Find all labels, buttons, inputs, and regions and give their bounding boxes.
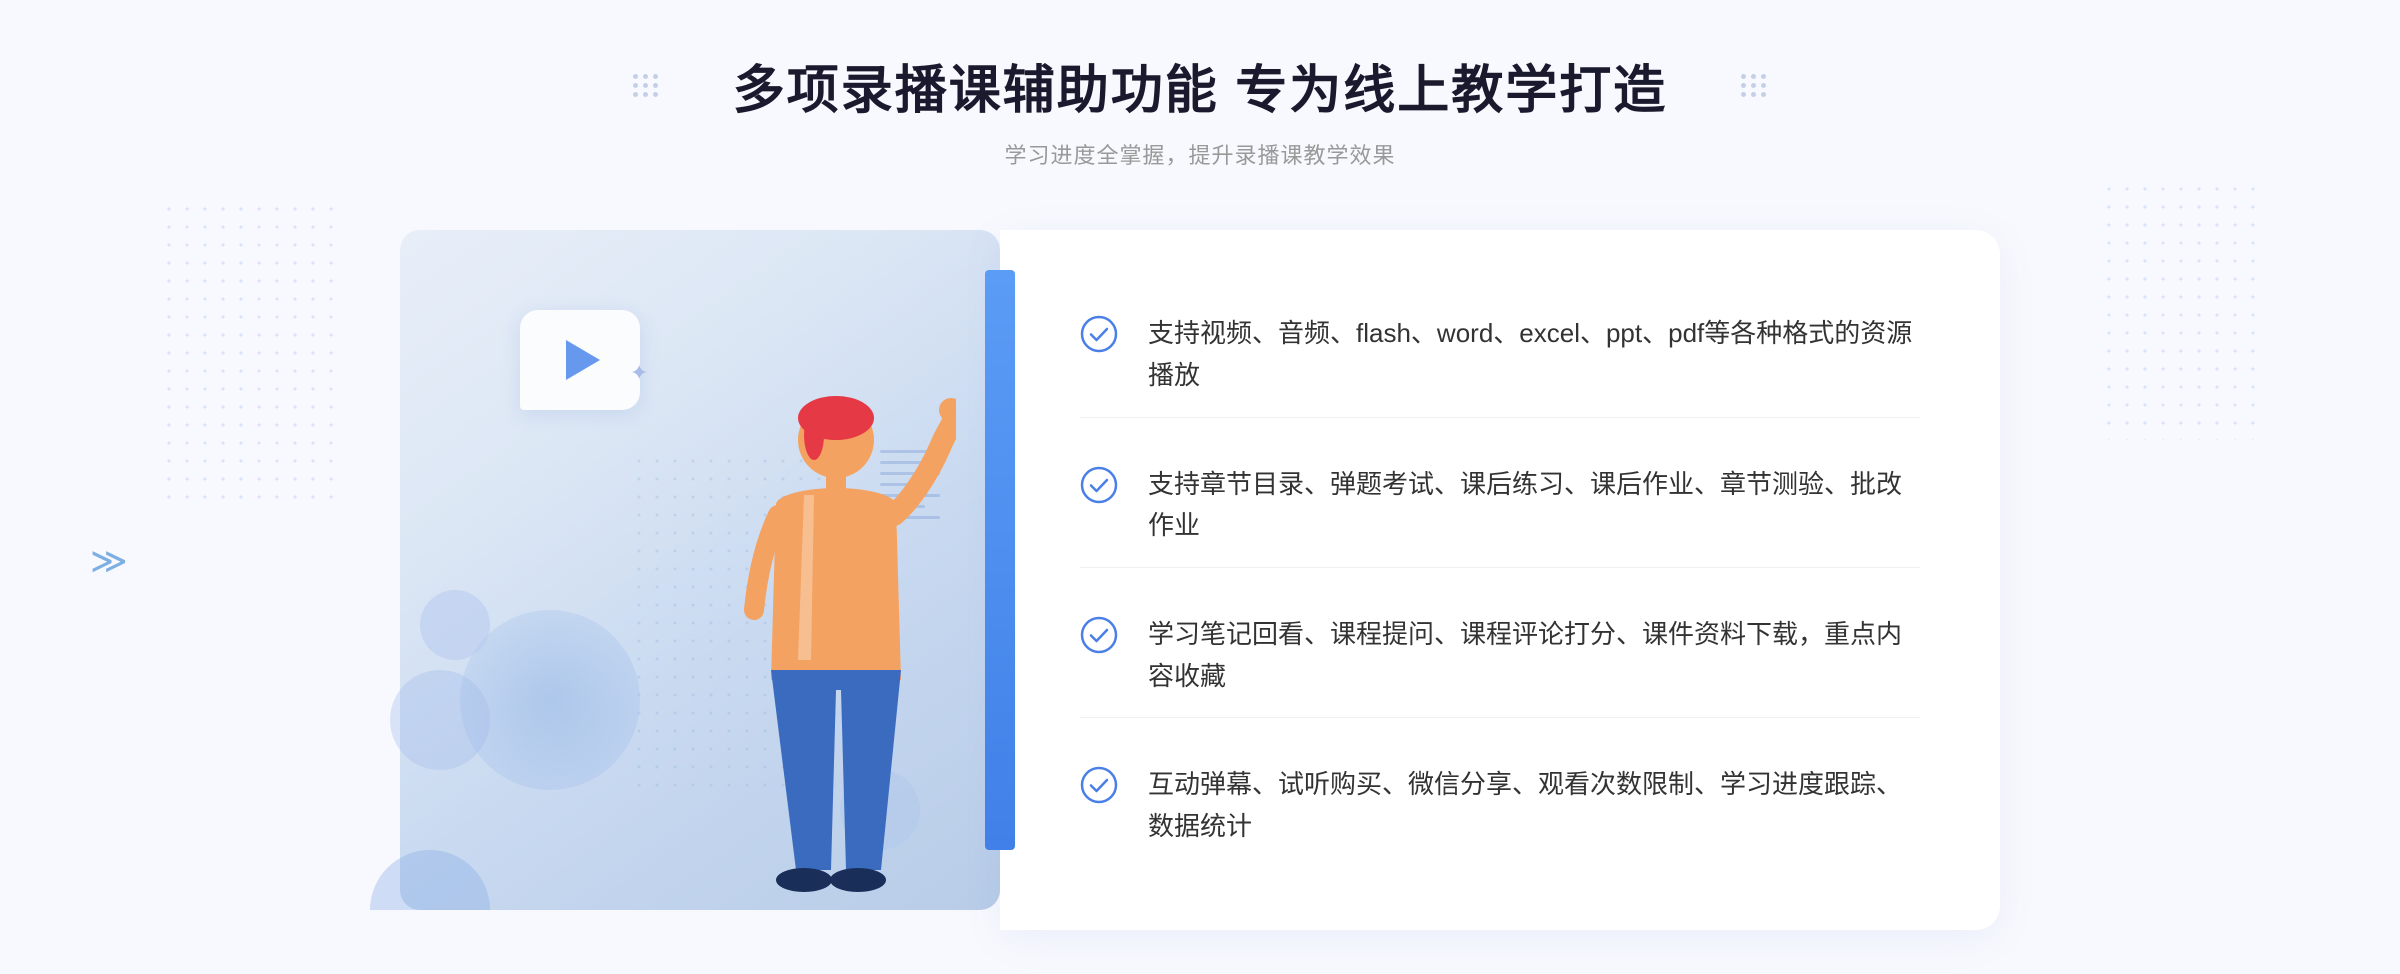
human-figure-illustration xyxy=(636,350,956,910)
feature-text-4: 互动弹幕、试听购买、微信分享、观看次数限制、学习进度跟踪、数据统计 xyxy=(1148,764,1920,847)
illustration-panel: ✦ xyxy=(400,230,1000,910)
page-subtitle: 学习进度全掌握，提升录播课教学效果 xyxy=(733,138,1667,170)
feature-text-1: 支持视频、音频、flash、word、excel、ppt、pdf等各种格式的资源… xyxy=(1148,313,1920,396)
feature-text-2: 支持章节目录、弹题考试、课后练习、课后作业、章节测验、批改作业 xyxy=(1148,464,1920,547)
feature-item-4: 互动弹幕、试听购买、微信分享、观看次数限制、学习进度跟踪、数据统计 xyxy=(1080,744,1920,867)
blue-accent-bar xyxy=(985,270,1015,850)
header-dots-right xyxy=(1741,74,1767,97)
play-bubble xyxy=(520,310,640,410)
feature-item-3: 学习笔记回看、课程提问、课程评论打分、课件资料下载，重点内容收藏 xyxy=(1080,594,1920,718)
feature-item-1: 支持视频、音频、flash、word、excel、ppt、pdf等各种格式的资源… xyxy=(1080,293,1920,417)
content-area: ✦ xyxy=(400,230,2000,930)
page-title: 多项录播课辅助功能 专为线上教学打造 xyxy=(733,60,1667,122)
page-container: ≫ 多项录播课辅助功能 专为线上教学打造 学习进度全掌握，提升录播课教学效果 xyxy=(0,0,2400,974)
chevron-left-decoration: ≫ xyxy=(90,540,128,582)
right-features-panel: 支持视频、音频、flash、word、excel、ppt、pdf等各种格式的资源… xyxy=(1000,230,2000,930)
play-triangle-icon xyxy=(566,340,600,380)
check-icon-3 xyxy=(1080,616,1118,654)
feature-text-3: 学习笔记回看、课程提问、课程评论打分、课件资料下载，重点内容收藏 xyxy=(1148,614,1920,697)
header-dots-left xyxy=(633,74,659,97)
check-icon-4 xyxy=(1080,766,1118,804)
header-section: 多项录播课辅助功能 专为线上教学打造 学习进度全掌握，提升录播课教学效果 xyxy=(733,60,1667,170)
deco-semicircle xyxy=(370,850,490,910)
check-icon-1 xyxy=(1080,315,1118,353)
left-deco-circle-top xyxy=(420,590,490,660)
decorative-dots-right xyxy=(2100,180,2260,440)
feature-item-2: 支持章节目录、弹题考试、课后练习、课后作业、章节测验、批改作业 xyxy=(1080,444,1920,568)
check-icon-2 xyxy=(1080,466,1118,504)
decorative-dots-left xyxy=(160,200,340,500)
left-deco-circle-bottom xyxy=(390,670,490,770)
